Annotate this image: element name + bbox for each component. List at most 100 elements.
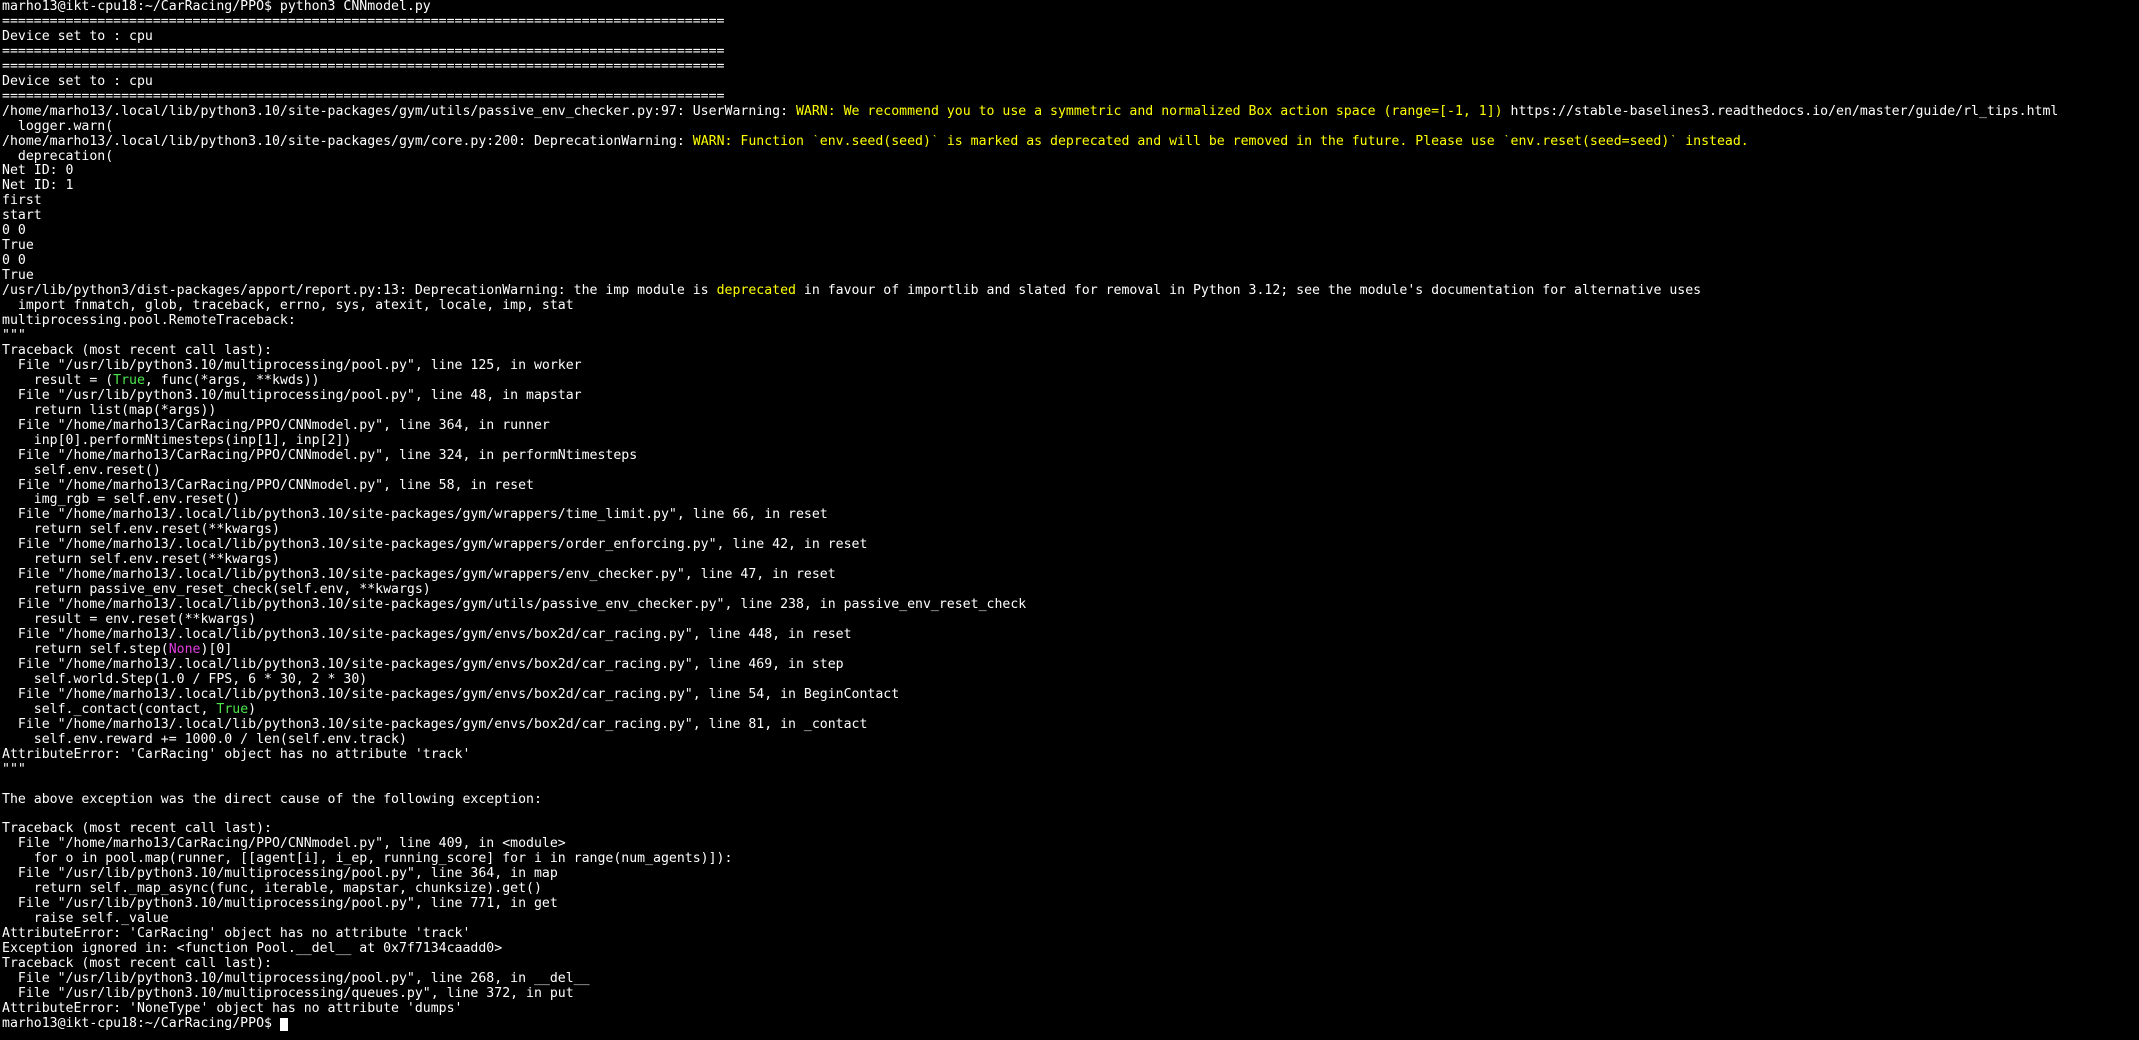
output-segment: marho13@ikt-cpu18:~/CarRacing/PPO$ pytho… bbox=[2, 0, 431, 14]
output-segment: multiprocessing.pool.RemoteTraceback: bbox=[2, 314, 296, 329]
prompt-line[interactable]: marho13@ikt-cpu18:~/CarRacing/PPO$ bbox=[2, 1017, 2139, 1032]
output-segment: 0 0 bbox=[2, 254, 26, 269]
output-segment: self._contact(contact, bbox=[2, 702, 217, 717]
output-segment: File "/usr/lib/python3.10/multiprocessin… bbox=[2, 867, 558, 882]
terminal-window[interactable]: marho13@ikt-cpu18:~/CarRacing/PPO$ pytho… bbox=[0, 0, 2139, 1040]
output-line: File "/home/marho13/.local/lib/python3.1… bbox=[2, 688, 2139, 703]
output-line: AttributeError: 'CarRacing' object has n… bbox=[2, 927, 2139, 942]
output-line: inp[0].performNtimesteps(inp[1], inp[2]) bbox=[2, 434, 2139, 449]
output-line: 0 0 bbox=[2, 254, 2139, 269]
output-line: /usr/lib/python3/dist-packages/apport/re… bbox=[2, 284, 2139, 299]
output-line: File "/home/marho13/CarRacing/PPO/CNNmod… bbox=[2, 419, 2139, 434]
output-line: self._contact(contact, True) bbox=[2, 703, 2139, 718]
output-line: File "/usr/lib/python3.10/multiprocessin… bbox=[2, 897, 2139, 912]
shell-prompt: marho13@ikt-cpu18:~/CarRacing/PPO$ bbox=[2, 1016, 280, 1031]
output-line: return passive_env_reset_check(self.env,… bbox=[2, 583, 2139, 598]
output-line: File "/usr/lib/python3.10/multiprocessin… bbox=[2, 389, 2139, 404]
output-segment: File "/home/marho13/.local/lib/python3.1… bbox=[2, 687, 900, 702]
output-segment: WARN: We recommend you to use a symmetri… bbox=[795, 104, 1503, 119]
output-line: ========================================… bbox=[2, 45, 2139, 60]
output-segment: File "/home/marho13/.local/lib/python3.1… bbox=[2, 598, 1027, 613]
output-segment: True bbox=[113, 373, 145, 388]
terminal-output: marho13@ikt-cpu18:~/CarRacing/PPO$ pytho… bbox=[2, 0, 2139, 1017]
output-line: Device set to : cpu bbox=[2, 75, 2139, 90]
output-segment: ========================================… bbox=[2, 14, 725, 29]
output-segment: Traceback (most recent call last): bbox=[2, 822, 272, 837]
output-line: 0 0 bbox=[2, 224, 2139, 239]
output-line: File "/home/marho13/.local/lib/python3.1… bbox=[2, 658, 2139, 673]
output-segment: , func(*args, **kwds)) bbox=[144, 373, 320, 388]
output-segment: File "/usr/lib/python3.10/multiprocessin… bbox=[2, 971, 590, 986]
output-segment: Net ID: 0 bbox=[2, 164, 74, 179]
output-line: result = env.reset(**kwargs) bbox=[2, 613, 2139, 628]
output-segment: return self.env.reset(**kwargs) bbox=[2, 523, 280, 538]
output-line: AttributeError: 'CarRacing' object has n… bbox=[2, 748, 2139, 763]
output-line: Device set to : cpu bbox=[2, 30, 2139, 45]
output-line: raise self._value bbox=[2, 912, 2139, 927]
output-segment: /home/marho13/.local/lib/python3.10/site… bbox=[2, 134, 693, 149]
output-line: ========================================… bbox=[2, 60, 2139, 75]
output-line: Net ID: 1 bbox=[2, 179, 2139, 194]
output-line: /home/marho13/.local/lib/python3.10/site… bbox=[2, 105, 2139, 120]
output-line: File "/usr/lib/python3.10/multiprocessin… bbox=[2, 972, 2139, 987]
output-segment: ========================================… bbox=[2, 44, 725, 59]
output-line: self.world.Step(1.0 / FPS, 6 * 30, 2 * 3… bbox=[2, 673, 2139, 688]
output-segment: File "/home/marho13/.local/lib/python3.1… bbox=[2, 508, 828, 523]
output-line: File "/home/marho13/.local/lib/python3.1… bbox=[2, 718, 2139, 733]
output-segment: File "/usr/lib/python3.10/multiprocessin… bbox=[2, 388, 582, 403]
output-segment: File "/home/marho13/.local/lib/python3.1… bbox=[2, 568, 836, 583]
output-segment: /home/marho13/.local/lib/python3.10/site… bbox=[2, 104, 796, 119]
output-segment: logger.warn( bbox=[2, 119, 114, 134]
output-segment: return passive_env_reset_check(self.env,… bbox=[2, 583, 431, 598]
output-segment: import fnmatch, glob, traceback, errno, … bbox=[2, 299, 574, 314]
output-segment: start bbox=[2, 209, 42, 224]
output-line: Net ID: 0 bbox=[2, 164, 2139, 179]
output-line: start bbox=[2, 209, 2139, 224]
output-line: import fnmatch, glob, traceback, errno, … bbox=[2, 299, 2139, 314]
output-line: marho13@ikt-cpu18:~/CarRacing/PPO$ pytho… bbox=[2, 0, 2139, 15]
output-segment: File "/usr/lib/python3.10/multiprocessin… bbox=[2, 986, 574, 1001]
output-line: return self._map_async(func, iterable, m… bbox=[2, 882, 2139, 897]
output-line: File "/home/marho13/.local/lib/python3.1… bbox=[2, 598, 2139, 613]
output-segment: File "/home/marho13/CarRacing/PPO/CNNmod… bbox=[2, 418, 550, 433]
output-segment: True bbox=[2, 239, 34, 254]
output-segment: return self.step( bbox=[2, 642, 169, 657]
output-line: first bbox=[2, 194, 2139, 209]
output-segment: result = env.reset(**kwargs) bbox=[2, 613, 257, 628]
output-segment: Device set to : cpu bbox=[2, 74, 153, 89]
output-line: The above exception was the direct cause… bbox=[2, 793, 2139, 808]
output-line: File "/home/marho13/.local/lib/python3.1… bbox=[2, 508, 2139, 523]
output-line: return list(map(*args)) bbox=[2, 404, 2139, 419]
output-line: File "/home/marho13/CarRacing/PPO/CNNmod… bbox=[2, 479, 2139, 494]
output-line: self.env.reset() bbox=[2, 464, 2139, 479]
output-line: return self.env.reset(**kwargs) bbox=[2, 523, 2139, 538]
output-segment: self.env.reset() bbox=[2, 463, 161, 478]
output-line: File "/usr/lib/python3.10/multiprocessin… bbox=[2, 359, 2139, 374]
output-line: Traceback (most recent call last): bbox=[2, 344, 2139, 359]
output-line: multiprocessing.pool.RemoteTraceback: bbox=[2, 314, 2139, 329]
output-segment: Exception ignored in: <function Pool.__d… bbox=[2, 942, 503, 957]
output-segment: return self.env.reset(**kwargs) bbox=[2, 553, 280, 568]
output-segment: True bbox=[2, 269, 34, 284]
output-segment: File "/home/marho13/.local/lib/python3.1… bbox=[2, 628, 852, 643]
output-segment: for o in pool.map(runner, [[agent[i], i_… bbox=[2, 852, 733, 867]
output-line: return self.step(None)[0] bbox=[2, 643, 2139, 658]
output-segment: )[0] bbox=[200, 642, 233, 657]
output-segment: File "/home/marho13/.local/lib/python3.1… bbox=[2, 657, 844, 672]
output-line: File "/home/marho13/CarRacing/PPO/CNNmod… bbox=[2, 837, 2139, 852]
output-line: Traceback (most recent call last): bbox=[2, 822, 2139, 837]
output-line: for o in pool.map(runner, [[agent[i], i_… bbox=[2, 852, 2139, 867]
output-line: deprecation( bbox=[2, 150, 2139, 165]
output-segment: raise self._value bbox=[2, 912, 169, 927]
output-segment: """ bbox=[2, 762, 26, 777]
output-segment: """ bbox=[2, 328, 26, 343]
output-line: File "/home/marho13/.local/lib/python3.1… bbox=[2, 568, 2139, 583]
output-segment: in favour of importlib and slated for re… bbox=[795, 284, 1702, 299]
output-segment: AttributeError: 'CarRacing' object has n… bbox=[2, 927, 471, 942]
output-segment: Traceback (most recent call last): bbox=[2, 343, 272, 358]
output-line: img_rgb = self.env.reset() bbox=[2, 493, 2139, 508]
output-line: """ bbox=[2, 763, 2139, 778]
output-segment: ========================================… bbox=[2, 59, 725, 74]
